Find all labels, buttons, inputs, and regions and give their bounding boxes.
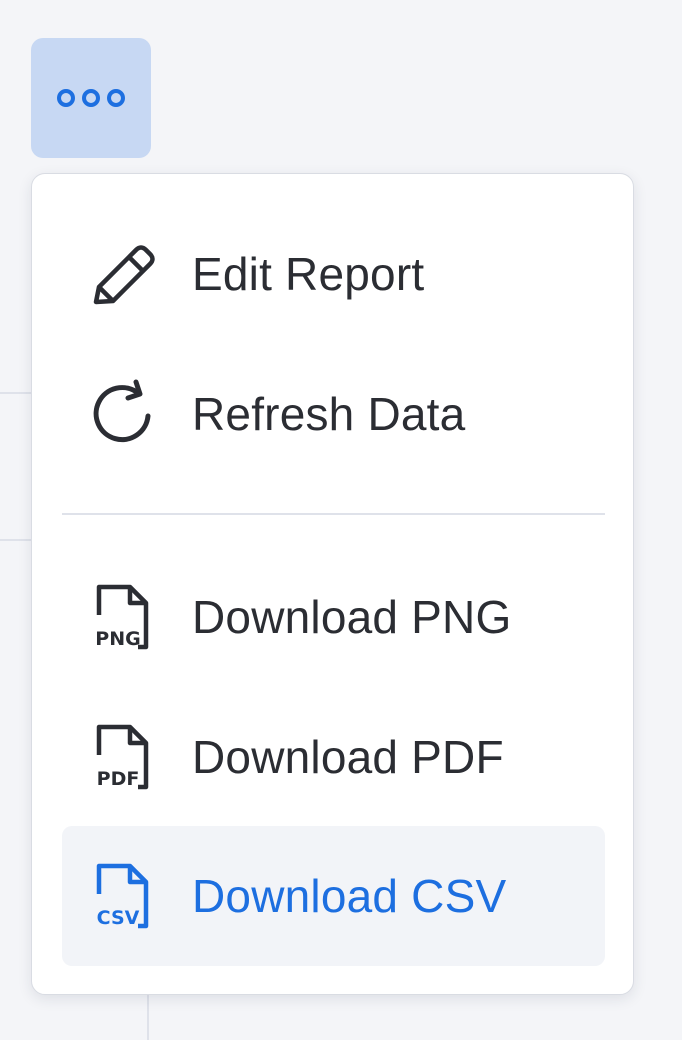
actions-dropdown-menu: Edit Report Refresh Data PNG Download PN… [31,173,634,995]
file-csv-icon: CSV [86,860,158,932]
more-horizontal-icon [57,89,125,107]
file-png-icon: PNG [86,581,158,653]
file-pdf-icon: PDF [86,721,158,793]
file-type-text: PDF [97,768,140,790]
download-png-menu-item[interactable]: PNG Download PNG [62,547,605,687]
edit-report-label: Edit Report [192,248,425,300]
download-pdf-menu-item[interactable]: PDF Download PDF [62,687,605,827]
download-pdf-label: Download PDF [192,731,504,783]
more-options-button[interactable] [31,38,151,158]
download-png-label: Download PNG [192,591,512,643]
download-csv-label: Download CSV [192,870,507,922]
file-type-text: PNG [95,628,140,650]
file-type-text: CSV [97,907,140,929]
edit-report-menu-item[interactable]: Edit Report [62,204,605,344]
menu-divider [62,513,605,515]
download-csv-menu-item[interactable]: CSV Download CSV [62,826,605,966]
refresh-data-label: Refresh Data [192,388,466,440]
pencil-icon [86,238,158,310]
refresh-data-menu-item[interactable]: Refresh Data [62,344,605,484]
background-divider [147,990,149,1040]
refresh-icon [86,378,158,450]
